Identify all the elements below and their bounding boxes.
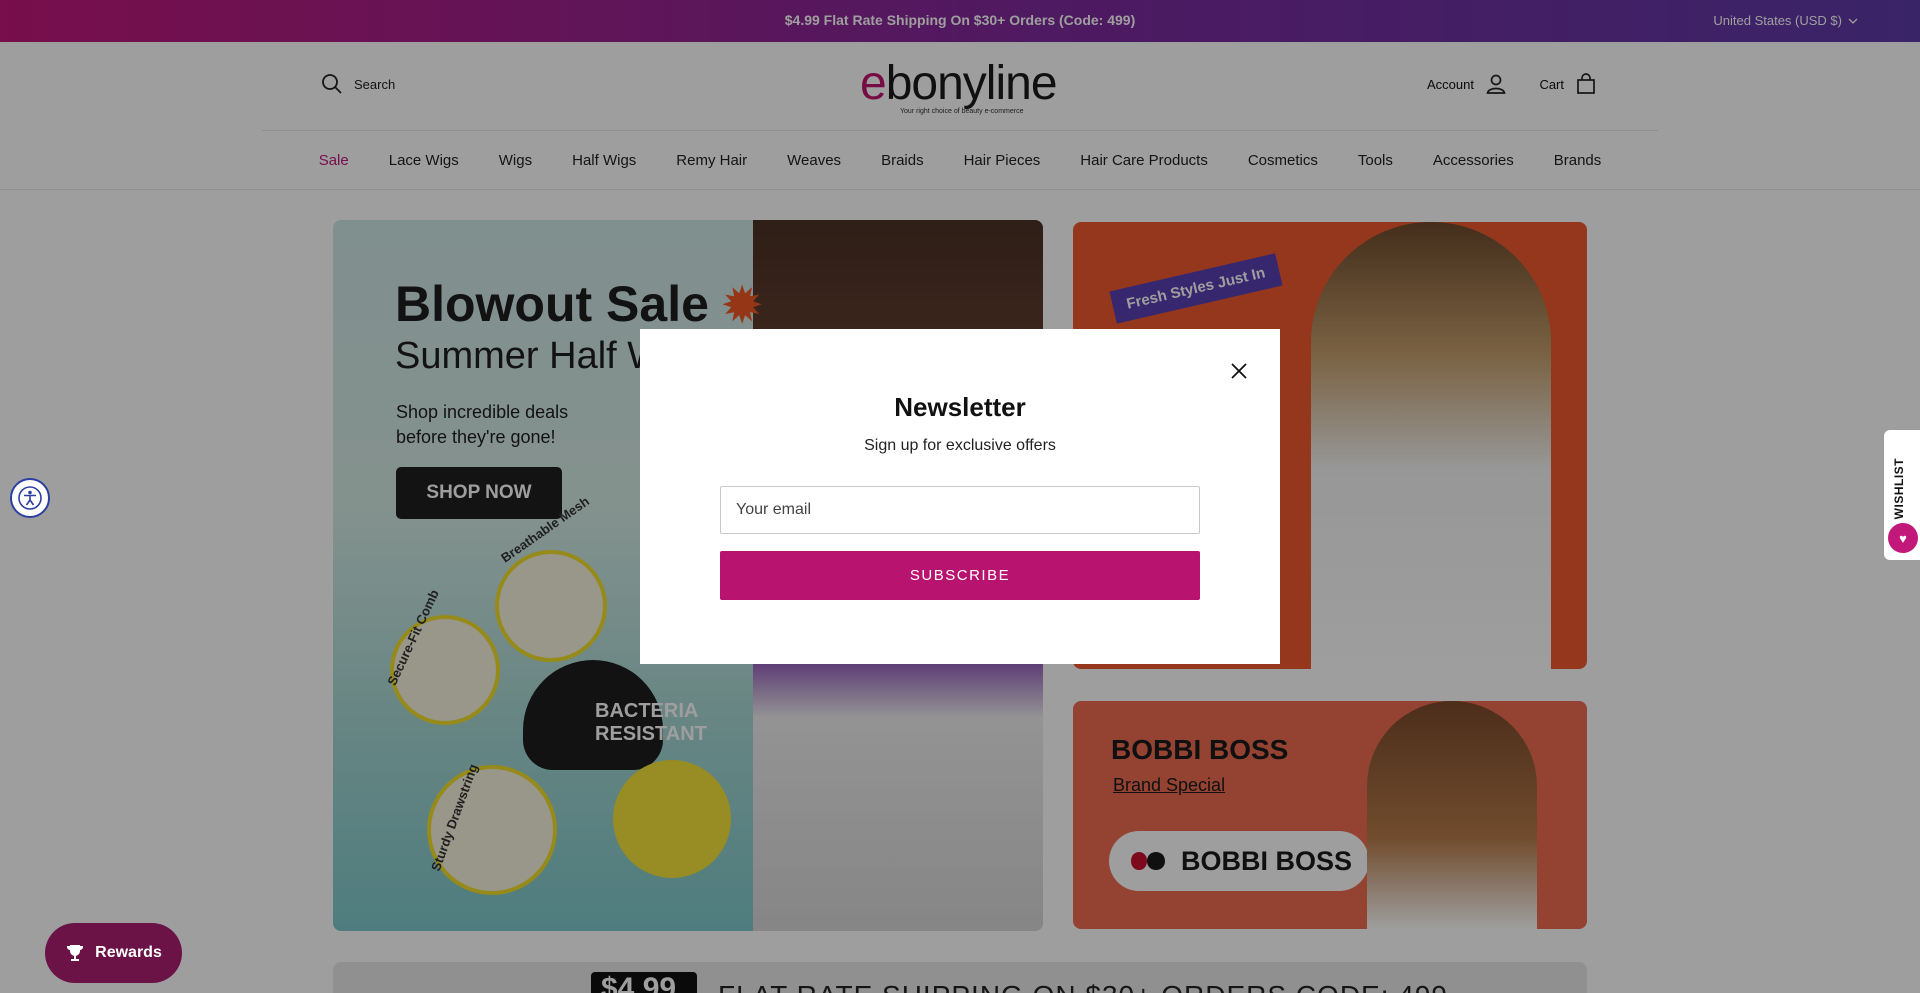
accessibility-button[interactable] [10,478,50,518]
close-icon[interactable] [1228,360,1250,382]
email-field[interactable] [720,486,1200,534]
wishlist-tab[interactable]: WISHLIST ♥ [1884,430,1920,560]
heart-icon: ♥ [1888,523,1918,553]
rewards-button[interactable]: Rewards [45,923,182,983]
rewards-label: Rewards [95,944,162,961]
newsletter-subtitle: Sign up for exclusive offers [864,437,1056,454]
trophy-icon [67,945,84,961]
subscribe-button[interactable]: SUBSCRIBE [720,551,1200,600]
newsletter-title: Newsletter [894,392,1026,422]
wishlist-label: WISHLIST [1892,458,1906,520]
newsletter-modal: Newsletter Sign up for exclusive offers … [640,329,1280,664]
accessibility-icon [18,486,42,510]
